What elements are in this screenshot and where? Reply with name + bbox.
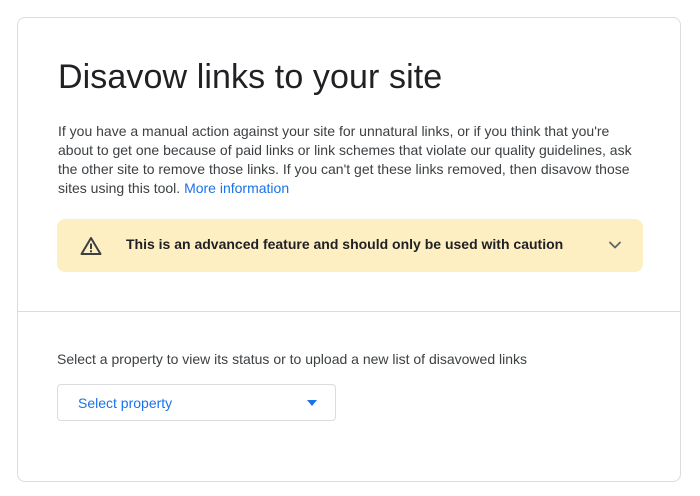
chevron-down-icon[interactable]	[605, 235, 625, 255]
warning-triangle-icon	[80, 237, 102, 255]
section-divider	[18, 311, 680, 312]
select-property-dropdown[interactable]: Select property	[57, 384, 336, 421]
caret-down-icon	[307, 400, 317, 406]
caution-text: This is an advanced feature and should o…	[126, 236, 564, 252]
property-prompt: Select a property to view its status or …	[57, 351, 528, 367]
disavow-card: Disavow links to your site If you have a…	[17, 17, 681, 482]
intro-section: Disavow links to your site If you have a…	[18, 18, 680, 311]
more-information-link[interactable]: More information	[184, 180, 289, 196]
page-title: Disavow links to your site	[58, 58, 443, 96]
intro-description: If you have a manual action against your…	[58, 122, 648, 198]
intro-text: If you have a manual action against your…	[58, 123, 632, 196]
caution-banner[interactable]: This is an advanced feature and should o…	[57, 219, 643, 272]
select-property-label: Select property	[78, 395, 173, 411]
